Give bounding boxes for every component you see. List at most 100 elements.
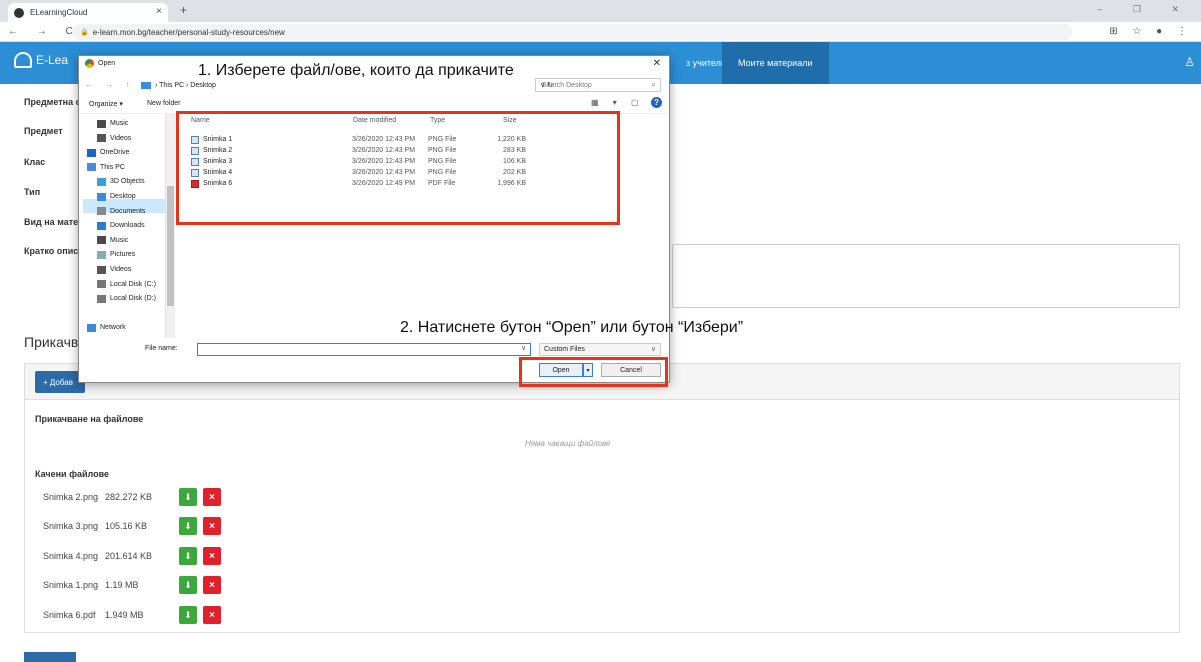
uploaded-file-name: Snimka 4.png: [43, 551, 99, 561]
dialog-close-icon[interactable]: ✕: [653, 58, 661, 69]
no-pending-files-text: Няма чакащи файлове: [525, 439, 611, 448]
uploaded-file-row: Snimka 2.png 282.272 KB ⬇ ×: [43, 486, 221, 508]
submit-button[interactable]: [24, 652, 76, 662]
nav-item[interactable]: 3D Objects: [97, 174, 145, 189]
browser-tab[interactable]: ELearningCloud ×: [8, 3, 168, 22]
url-field[interactable]: 🔒 e-learn.mon.bg/teacher/personal-study-…: [72, 24, 1072, 40]
window-controls[interactable]: – ❐ ✕: [1097, 4, 1193, 15]
tab-title: ELearningCloud: [30, 8, 88, 17]
nav-item-label: Desktop: [110, 193, 136, 200]
organize-button[interactable]: Organize ▾: [89, 100, 123, 108]
nav-item-label: Pictures: [110, 251, 136, 259]
uploaded-file-name: Snimka 2.png: [43, 492, 99, 502]
nav-item[interactable]: Downloads: [97, 218, 145, 233]
uploaded-file-row: Snimka 4.png 201.614 KB ⬇ ×: [43, 545, 221, 567]
download-icon[interactable]: ⬇: [179, 606, 197, 624]
nav-item-label: Videos: [110, 134, 132, 142]
nav-item[interactable]: Desktop: [97, 189, 136, 204]
nav-item[interactable]: Pictures: [97, 247, 135, 262]
nav-item-icon: [97, 207, 106, 216]
download-icon[interactable]: ⬇: [179, 576, 197, 594]
view-options-icon[interactable]: ▦ ▾ ▢: [591, 98, 645, 107]
delete-icon[interactable]: ×: [203, 517, 221, 535]
url-text: e-learn.mon.bg/teacher/personal-study-re…: [92, 27, 285, 37]
nav-item[interactable]: Local Disk (C:): [97, 277, 156, 292]
tab-close-icon[interactable]: ×: [156, 6, 162, 17]
file-name-dropdown-icon[interactable]: ∨: [521, 344, 526, 352]
search-desktop-input[interactable]: Search Desktop ⌕: [535, 78, 661, 92]
description-textarea[interactable]: [672, 244, 1180, 308]
nav-item[interactable]: Videos: [97, 131, 131, 146]
nav-item[interactable]: Videos: [97, 262, 131, 277]
nav-item-icon: [97, 280, 106, 289]
uploaded-files-title: Качени файлове: [35, 469, 110, 479]
site-favicon-icon: [14, 7, 24, 18]
file-type-filter-value: Custom Files: [544, 346, 585, 353]
nav-item[interactable]: OneDrive: [87, 145, 130, 160]
field-label-subject-area: Предметна о: [24, 97, 82, 107]
delete-icon[interactable]: ×: [203, 488, 221, 506]
search-placeholder: Search Desktop: [542, 81, 592, 89]
delete-icon[interactable]: ×: [203, 547, 221, 565]
download-icon[interactable]: ⬇: [179, 517, 197, 535]
nav-item-label: Documents: [110, 207, 146, 215]
nav-item-icon: [97, 192, 106, 201]
open-button-highlight-box: [519, 357, 668, 387]
path-text: › This PC › Desktop: [155, 81, 216, 89]
dialog-title: Open: [98, 60, 116, 67]
search-icon: ⌕: [651, 80, 656, 89]
dialog-nav-icons[interactable]: ← → ↑: [85, 80, 134, 89]
annotation-step-1: 1. Изберете файл/ове, които да прикачите: [198, 62, 514, 79]
help-icon[interactable]: ?: [651, 97, 662, 108]
user-icon[interactable]: ♙: [1184, 55, 1195, 69]
download-icon[interactable]: ⬇: [179, 547, 197, 565]
delete-icon[interactable]: ×: [203, 606, 221, 624]
nav-item[interactable]: This PC: [87, 160, 125, 175]
nav-item-label: This PC: [100, 163, 125, 171]
nav-item-label: OneDrive: [100, 149, 130, 157]
file-name-label: File name:: [145, 345, 178, 352]
nav-item[interactable]: Music: [97, 233, 128, 248]
nav-item-icon: [97, 177, 106, 186]
nav-item-label: Videos: [110, 266, 132, 273]
address-bar-row: ← → C 🔒 e-learn.mon.bg/teacher/personal-…: [0, 22, 1201, 42]
new-folder-button[interactable]: New folder: [147, 100, 180, 107]
browser-tab-bar: ELearningCloud × + – ❐ ✕: [0, 0, 1201, 22]
field-label-grade: Клас: [24, 157, 46, 167]
uploaded-file-size: 1.19 MB: [105, 580, 139, 590]
file-name-input[interactable]: [197, 343, 531, 356]
logo-text: E-Lea: [36, 53, 69, 67]
delete-icon[interactable]: ×: [203, 576, 221, 594]
uploaded-file-row: Snimka 6.pdf 1.949 MB ⬇ ×: [43, 604, 221, 626]
nav-scrollbar-thumb[interactable]: [167, 186, 174, 306]
nav-item[interactable]: Music: [97, 116, 128, 131]
site-logo[interactable]: E-Lea: [14, 52, 68, 68]
browser-toolbar-icons[interactable]: ⊞ ☆ ● ⋮: [1109, 26, 1193, 37]
attach-section-title: Прикачв: [24, 334, 79, 350]
nav-item-icon: [87, 309, 96, 317]
download-icon[interactable]: ⬇: [179, 488, 197, 506]
nav-item[interactable]: Network: [87, 320, 126, 335]
file-type-filter-select[interactable]: Custom Files ∨: [539, 343, 661, 356]
field-label-description: Кратко описа: [24, 246, 84, 256]
nav-item-icon: [97, 221, 106, 230]
chrome-icon: [85, 59, 94, 68]
lock-icon: 🔒: [80, 29, 89, 36]
field-label-subject: Предмет: [24, 126, 63, 136]
nav-item-icon: [97, 265, 106, 274]
field-label-material-kind: Вид на матер: [24, 217, 84, 227]
nav-item-icon: [97, 134, 106, 143]
uploaded-file-size: 105.16 KB: [105, 521, 148, 531]
field-label-type: Тип: [24, 187, 41, 197]
new-tab-icon[interactable]: +: [180, 3, 187, 17]
path-breadcrumb[interactable]: › This PC › Desktop ∨ ↻: [137, 78, 561, 92]
browser-nav-icons[interactable]: ← → C: [8, 26, 81, 37]
nav-item-icon: [97, 294, 106, 303]
nav-item-label: Local Disk (D:): [110, 295, 156, 303]
nav-item-icon: [97, 119, 106, 128]
nav-item[interactable]: Local Disk (D:): [97, 291, 156, 306]
nav-item[interactable]: Documents: [97, 204, 145, 219]
folder-icon: [141, 81, 151, 89]
nav-my-materials[interactable]: Моите материали: [722, 42, 829, 84]
nav-item-label: Network: [100, 324, 126, 332]
